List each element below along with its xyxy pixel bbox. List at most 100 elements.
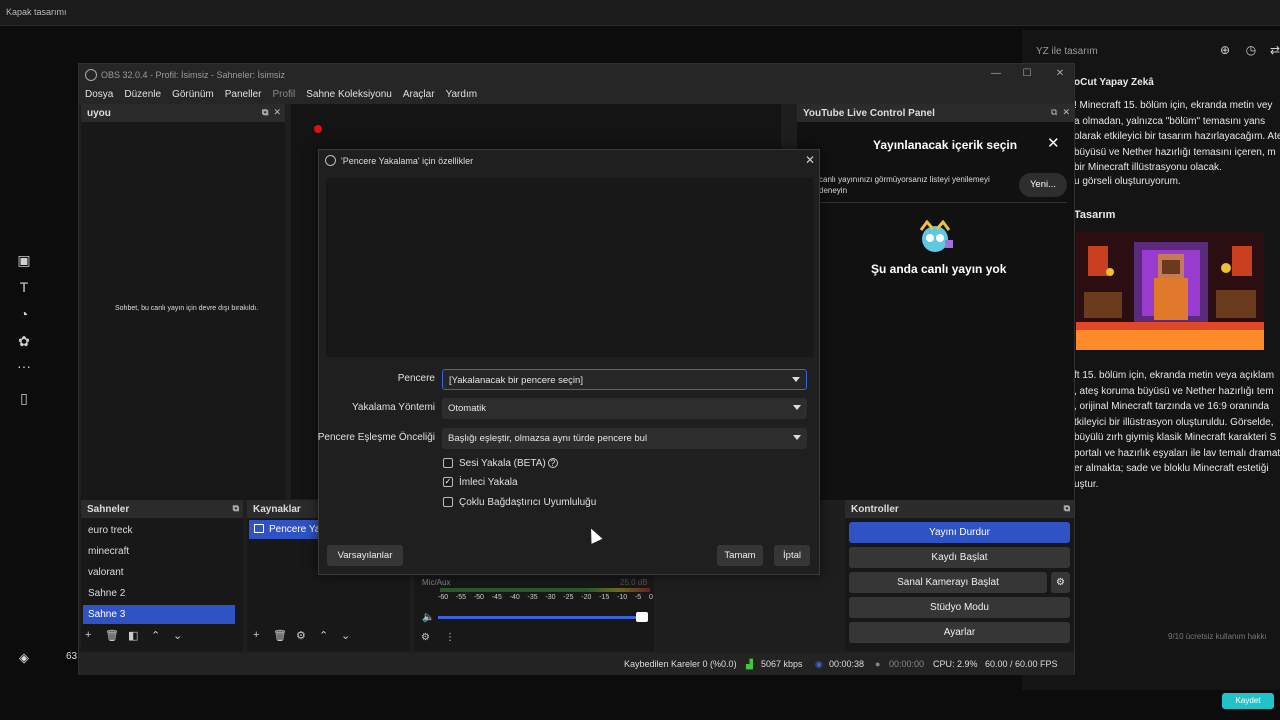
dock-float-close-icons[interactable]: ⧉ ✕ <box>262 107 281 118</box>
swap-icon[interactable]: ⇄ <box>1268 43 1280 57</box>
live-time: 00:00:38 <box>829 659 865 669</box>
down-icon[interactable]: ⌄ <box>173 629 182 642</box>
add-icon[interactable]: + <box>85 629 91 641</box>
host-title-bar: Kapak tasarımı <box>0 0 1280 26</box>
chevron-down-icon <box>793 405 801 410</box>
generated-thumbnail-image[interactable] <box>1076 232 1264 350</box>
yt-refresh-hint: canlı yayınınızı görmüyorsanız listeyi y… <box>819 175 990 195</box>
volume-slider[interactable] <box>438 616 644 619</box>
scene-item[interactable]: valorant <box>83 563 235 582</box>
up-icon[interactable]: ⌃ <box>151 629 160 642</box>
cancel-button[interactable]: İptal <box>774 545 810 566</box>
speaker-icon[interactable]: 🔈 <box>422 612 434 623</box>
stop-streaming-button[interactable]: Yayını Durdur <box>849 522 1070 543</box>
chat-dock-title: uyou <box>87 108 111 119</box>
yt-no-live-text: Şu anda canlı yayın yok <box>871 262 1007 276</box>
ai-panel-title: YZ ile tasarım <box>1036 46 1098 57</box>
scene-item[interactable]: euro treck <box>83 521 235 540</box>
properties-dialog: 'Pencere Yakalama' için özellikler ✕ Pen… <box>318 149 820 575</box>
scene-item[interactable]: minecraft <box>83 542 235 561</box>
filter-icon[interactable]: ◧ <box>128 629 138 642</box>
trash-icon[interactable]: 🗑 <box>105 629 119 642</box>
dock-float-icon[interactable]: ⧉ <box>233 503 239 514</box>
ok-button[interactable]: Tamam <box>717 545 763 566</box>
capture-audio-checkbox[interactable] <box>443 458 453 468</box>
text-icon[interactable]: T <box>14 277 34 297</box>
menu-file[interactable]: Dosya <box>79 86 118 104</box>
multi-adapter-row[interactable]: Çoklu Bağdaştırıcı Uyumluluğu <box>443 495 596 509</box>
capture-method-label: Yakalama Yöntemi <box>351 402 435 413</box>
divider <box>817 202 1067 203</box>
mixer-toolbar: ⚙ ⋮ <box>421 632 481 654</box>
video-icon[interactable]: ▯ <box>14 388 34 408</box>
maximize-icon[interactable]: ☐ <box>1020 68 1034 82</box>
chat-dock-header: uyou ⧉ ✕ <box>81 104 285 122</box>
window-icon <box>254 524 264 533</box>
new-chat-icon[interactable]: ⊕ <box>1218 43 1232 57</box>
capture-cursor-checkbox[interactable]: ✓ <box>443 477 453 487</box>
sticker-icon[interactable]: ✿ <box>14 331 34 351</box>
ai-heading: oCut Yapay Zekâ <box>1074 77 1154 88</box>
down-icon[interactable]: ⌄ <box>341 629 350 642</box>
dock-float-icon[interactable]: ⧉ <box>1064 503 1070 514</box>
menu-help[interactable]: Yardım <box>440 86 483 104</box>
red-marker-icon <box>314 125 322 133</box>
layers-icon[interactable]: ◈ <box>14 648 34 668</box>
menu-view[interactable]: Görünüm <box>166 86 219 104</box>
match-priority-select[interactable]: Başlığı eşleştir, olmazsa aynı türde pen… <box>442 428 807 449</box>
trash-icon[interactable]: 🗑 <box>273 629 287 642</box>
yt-close-icon[interactable]: ✕ <box>1047 134 1060 152</box>
sources-toolbar: + 🗑 ⚙ ⌃ ⌄ <box>253 629 403 651</box>
mixer-settings-icon[interactable]: ⚙ <box>421 632 430 643</box>
close-icon[interactable]: ✕ <box>1053 68 1067 82</box>
menu-tools[interactable]: Araçlar <box>397 86 440 104</box>
virtual-camera-gear-icon[interactable]: ⚙ <box>1051 572 1070 593</box>
ai-heading-2: Tasarım <box>1074 209 1116 221</box>
add-icon[interactable]: + <box>253 629 259 641</box>
dialog-title: 'Pencere Yakalama' için özellikler <box>341 156 474 166</box>
dock-float-close-icons[interactable]: ⧉ ✕ <box>1051 107 1070 118</box>
menu-edit[interactable]: Düzenle <box>118 86 166 104</box>
studio-mode-button[interactable]: Stüdyo Modu <box>849 597 1070 618</box>
defaults-button[interactable]: Varsayılanlar <box>327 545 403 566</box>
menu-profile[interactable]: Profil <box>266 86 300 104</box>
chat-disabled-message: Sohbet, bu canlı yayın için devre dışı b… <box>115 305 259 312</box>
start-virtual-camera-button[interactable]: Sanal Kamerayı Başlat <box>849 572 1047 593</box>
capture-method-select[interactable]: Otomatik <box>442 398 807 419</box>
multi-adapter-checkbox[interactable] <box>443 497 453 507</box>
capture-audio-row[interactable]: Sesi Yakala (BETA) ? <box>443 456 558 470</box>
scene-item[interactable]: Sahne 2 <box>83 584 235 603</box>
shape-icon[interactable]: ◔ <box>14 304 34 324</box>
chevron-down-icon <box>792 377 800 382</box>
start-recording-button[interactable]: Kaydı Başlat <box>849 547 1070 568</box>
chat-dock: Sohbet, bu canlı yayın için devre dışı b… <box>81 122 285 500</box>
gear-icon[interactable]: ⚙ <box>296 629 306 642</box>
obs-title-bar: OBS 32.0.4 - Profil: İsimsiz - Sahneler:… <box>79 64 1074 86</box>
history-icon[interactable]: ◷ <box>1244 43 1258 57</box>
chevron-down-icon <box>793 435 801 440</box>
more-icon[interactable]: ··· <box>14 356 34 376</box>
image-icon[interactable]: ▣ <box>14 250 34 270</box>
ai-paragraph-2: u görseli oluşturuyorum. <box>1074 176 1181 187</box>
window-label: Pencere <box>397 373 435 384</box>
live-icon: ◉ <box>815 659 823 669</box>
settings-button[interactable]: Ayarlar <box>849 622 1070 643</box>
menu-docks[interactable]: Paneller <box>219 86 267 104</box>
menu-scene-collection[interactable]: Sahne Koleksiyonu <box>300 86 397 104</box>
obs-logo-icon <box>325 155 336 166</box>
volume-slider-handle[interactable] <box>636 612 648 622</box>
more-icon[interactable]: ⋮ <box>445 632 455 643</box>
window-select[interactable]: [Yakalanacak bir pencere seçin] <box>442 369 807 390</box>
help-icon[interactable]: ? <box>547 458 558 468</box>
close-icon[interactable]: ✕ <box>803 153 817 167</box>
save-button[interactable]: Kaydet <box>1222 693 1274 709</box>
obs-menu-bar: Dosya Düzenle Görünüm Paneller Profil Sa… <box>79 86 1074 104</box>
signal-icon: ▟ <box>746 659 753 669</box>
yt-new-button[interactable]: Yeni... <box>1019 173 1067 197</box>
minimize-icon[interactable]: — <box>989 68 1003 82</box>
capture-cursor-row[interactable]: ✓ İmleci Yakala <box>443 475 518 489</box>
volume-meter <box>440 588 650 592</box>
mixer-level: 25.0 dB <box>620 578 648 587</box>
up-icon[interactable]: ⌃ <box>319 629 328 642</box>
scene-item-selected[interactable]: Sahne 3 <box>83 605 235 624</box>
